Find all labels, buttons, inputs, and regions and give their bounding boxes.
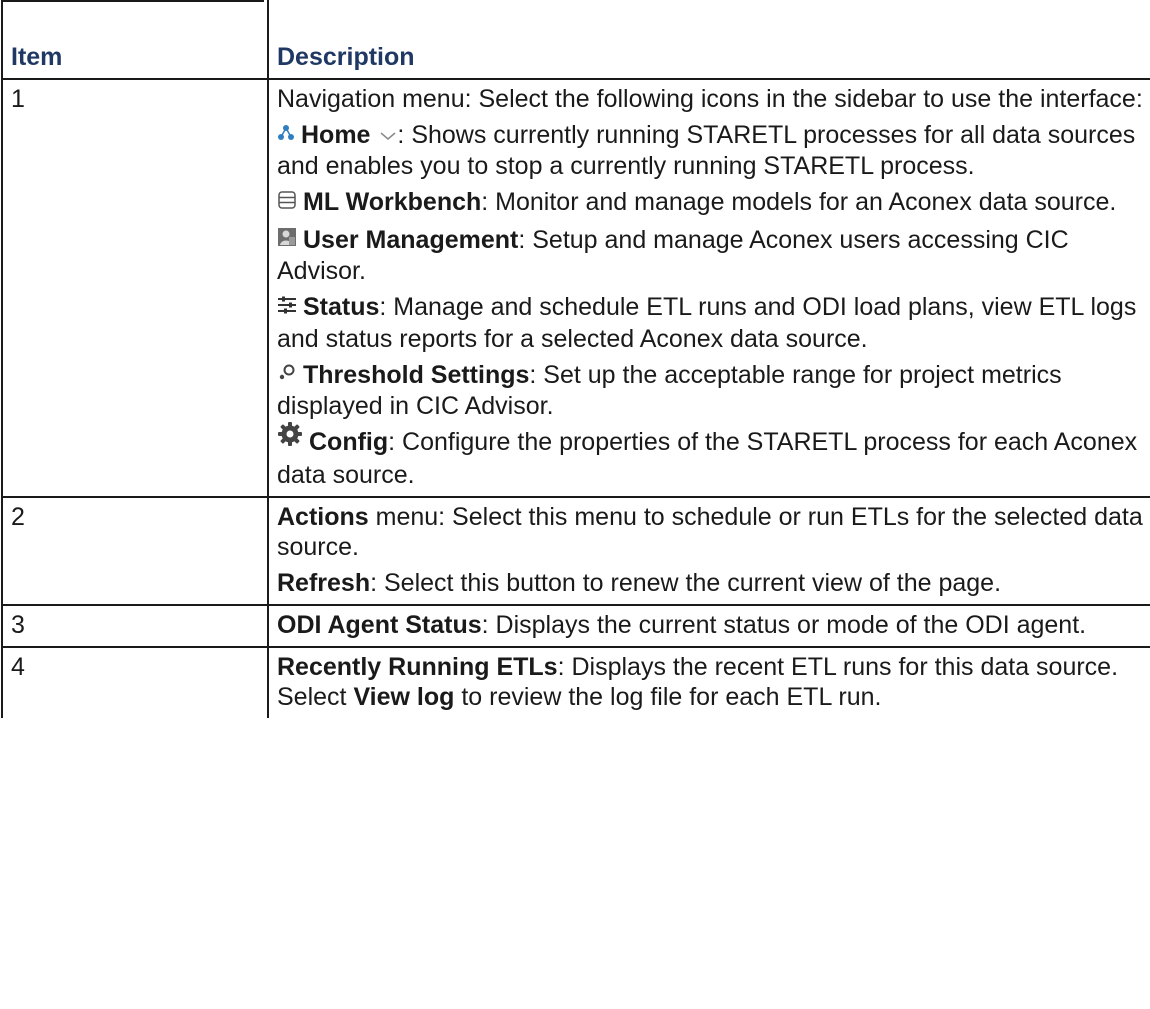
table-row: 4 Recently Running ETLs: Displays the re…	[1, 646, 1150, 718]
item-number: 1	[1, 79, 268, 498]
actions-menu-desc: Actions menu: Select this menu to schedu…	[277, 502, 1143, 562]
refresh-text: : Select this button to renew the curren…	[370, 568, 1002, 597]
item-number: 4	[1, 646, 268, 718]
item-number: 3	[1, 604, 268, 648]
refresh-desc: Refresh: Select this button to renew the…	[277, 568, 1143, 598]
nav-entry-title: Threshold Settings	[303, 360, 530, 389]
item-description: Recently Running ETLs: Displays the rece…	[267, 646, 1150, 718]
nav-entry-threshold-settings: Threshold Settings: Set up the acceptabl…	[277, 360, 1143, 421]
odi-agent-status-desc: ODI Agent Status: Displays the current s…	[277, 610, 1143, 640]
nav-entry-title: ML Workbench	[303, 188, 482, 217]
header-description: Description	[267, 0, 1150, 80]
item-number: 2	[1, 496, 268, 606]
odi-agent-status-title: ODI Agent Status	[277, 610, 482, 639]
table-header-row: Item Description	[1, 0, 1150, 80]
table-row: 3 ODI Agent Status: Displays the current…	[1, 604, 1150, 648]
chevron-down-icon	[379, 119, 397, 149]
nav-entry-ml-workbench: ML Workbench: Monitor and manage models …	[277, 187, 1143, 218]
recent-etls-title: Recently Running ETLs	[277, 652, 558, 681]
table-row: 1 Navigation menu: Select the following …	[1, 79, 1150, 498]
nav-menu-intro: Navigation menu: Select the following ic…	[277, 85, 1143, 113]
nav-entry-title: Status	[303, 293, 380, 322]
nav-entry-user-management: User Management: Setup and manage Aconex…	[277, 225, 1143, 286]
table-row: 2 Actions menu: Select this menu to sche…	[1, 496, 1150, 606]
nav-entry-text: : Shows currently running STARETL proces…	[277, 121, 1136, 181]
nav-entry-text: : Manage and schedule ETL runs and ODI l…	[277, 293, 1137, 353]
actions-title: Actions	[277, 502, 369, 531]
user-management-icon	[277, 224, 297, 254]
item-description: Navigation menu: Select the following ic…	[267, 79, 1150, 498]
odi-agent-status-text: : Displays the current status or mode of…	[481, 610, 1087, 639]
item-description: Actions menu: Select this menu to schedu…	[267, 496, 1150, 606]
header-item: Item	[1, 0, 268, 80]
view-log-label: View log	[353, 682, 455, 711]
nav-entry-text: : Configure the properties of the STARET…	[277, 428, 1138, 489]
home-icon	[277, 119, 295, 149]
refresh-title: Refresh	[277, 568, 371, 597]
items-table: Item Description 1 Navigation menu: Sele…	[1, 0, 1150, 718]
gear-icon	[277, 421, 303, 454]
sliders-icon	[277, 292, 297, 322]
item-description: ODI Agent Status: Displays the current s…	[267, 604, 1150, 648]
nav-entry-home: Home : Shows currently running STARETL p…	[277, 120, 1143, 181]
actions-text: menu: Select this menu to schedule or ru…	[277, 502, 1143, 561]
nav-entry-title: User Management	[303, 225, 519, 254]
recent-etls-desc: Recently Running ETLs: Displays the rece…	[277, 652, 1143, 712]
nav-entry-status: Status: Manage and schedule ETL runs and…	[277, 292, 1143, 353]
nav-entry-config: Config: Configure the properties of the …	[277, 421, 1143, 490]
nav-entry-text: : Monitor and manage models for an Acone…	[481, 188, 1117, 217]
nav-entry-title: Config	[309, 428, 389, 457]
threshold-icon	[277, 359, 297, 389]
nav-entry-title: Home	[301, 121, 371, 149]
recent-etls-text-b: to review the log file for each ETL run.	[454, 682, 882, 711]
database-icon	[277, 187, 297, 217]
